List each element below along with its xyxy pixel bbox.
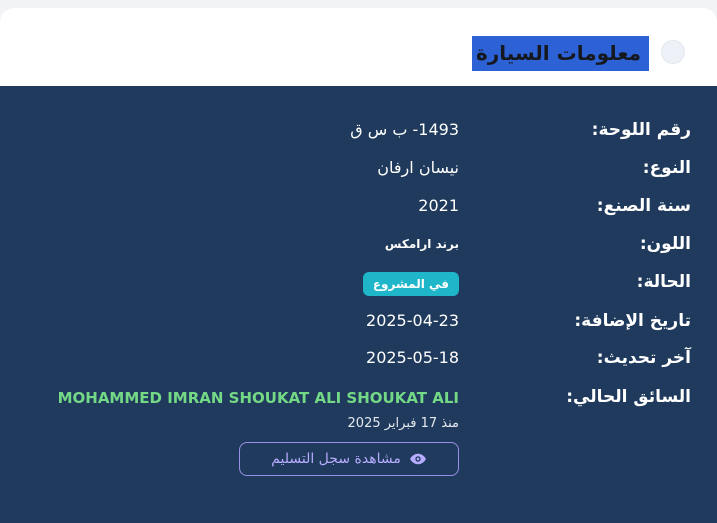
year-label: سنة الصنع: [596,196,691,216]
title-wrap: معلومات السيارة [471,36,649,71]
driver-since: منذ 17 فبراير 2025 [347,416,459,431]
year-value: 2021 [418,196,459,215]
updated-date-value: 2025-05-18 [366,348,459,367]
plate-label: رقم اللوحة: [591,120,691,140]
driver-name: MOHAMMED IMRAN SHOUKAT ALI SHOUKAT ALI [57,389,459,407]
history-button-label: مشاهدة سجل التسليم [271,451,401,467]
type-value: نيسان ارفان [377,158,459,177]
added-date-value: 2025-04-23 [366,311,459,330]
type-label: النوع: [642,158,691,178]
page-title: معلومات السيارة [471,36,649,71]
eye-icon [409,453,426,465]
added-date-label: تاريخ الإضافة: [574,311,691,331]
info-icon [661,40,685,64]
view-handover-history-button[interactable]: مشاهدة سجل التسليم [239,442,459,476]
color-value: برند ارامكس [384,237,459,251]
status-badge: في المشروع [362,272,459,296]
driver-label: السائق الحالي: [566,387,691,407]
color-label: اللون: [639,234,691,254]
status-label: الحالة: [636,272,691,292]
updated-date-label: آخر تحديث: [596,348,691,368]
plate-value: 1493- ب س ق [350,120,459,139]
card-header: معلومات السيارة [0,8,717,86]
